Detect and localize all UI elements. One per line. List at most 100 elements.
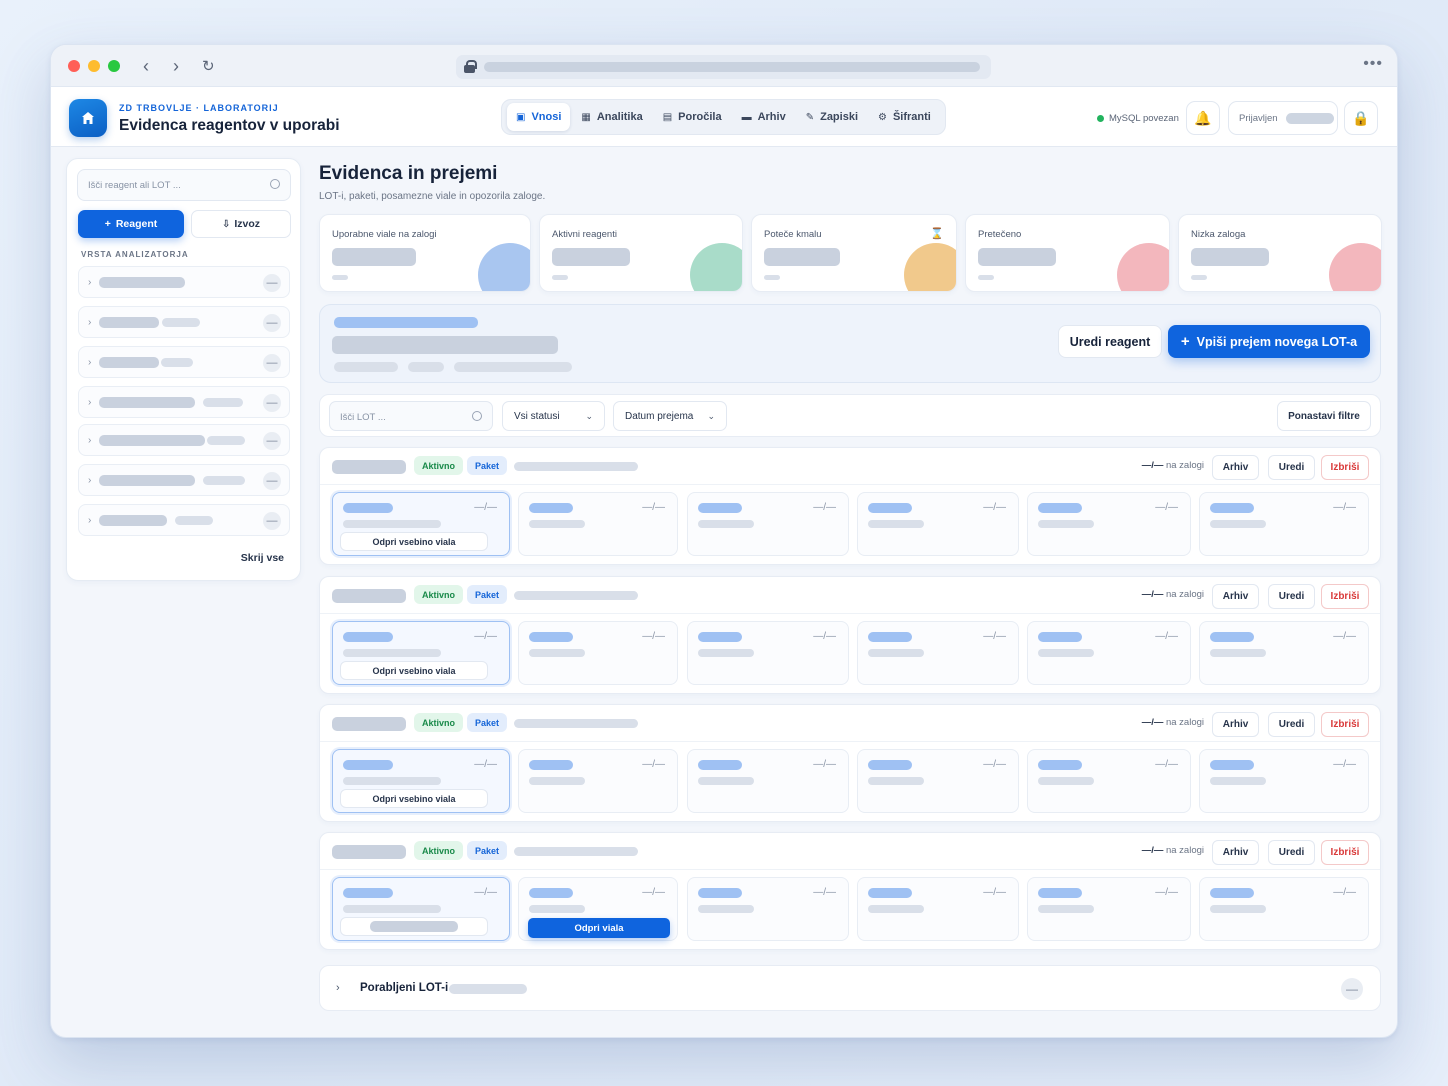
sort-select[interactable]: Datum prejema ⌄ xyxy=(613,401,727,431)
collapse-icon[interactable]: — xyxy=(263,354,281,372)
edit-lot-button[interactable]: Uredi xyxy=(1268,712,1315,737)
notifications-button[interactable]: 🔔 xyxy=(1186,101,1220,135)
kpi-sub-placeholder xyxy=(764,275,780,280)
vial-card[interactable]: —/— Odpri vsebino viala xyxy=(332,621,510,685)
open-vial-content-button[interactable]: Odpri vsebino viala xyxy=(340,789,488,808)
vial-card[interactable]: —/— Odpri vsebino viala xyxy=(332,749,510,813)
archive-button[interactable]: Arhiv xyxy=(1212,584,1259,609)
collapse-icon[interactable]: — xyxy=(263,394,281,412)
collapse-icon[interactable]: — xyxy=(263,472,281,490)
new-lot-button[interactable]: + Vpiši prejem novega LOT-a xyxy=(1168,325,1370,358)
lock-button[interactable]: 🔒 xyxy=(1344,101,1378,135)
vial-card[interactable]: —/— xyxy=(332,877,510,941)
collapse-icon[interactable]: — xyxy=(263,314,281,332)
vial-card[interactable]: —/— xyxy=(1027,749,1191,813)
tab-porocila[interactable]: ▤ Poročila xyxy=(654,103,731,131)
collapse-icon[interactable]: — xyxy=(263,274,281,292)
vial-card[interactable]: —/— xyxy=(518,749,678,813)
open-vial-content-button[interactable]: Odpri vsebino viala xyxy=(340,661,488,680)
vial-id-placeholder xyxy=(343,760,393,770)
vial-card[interactable]: —/— xyxy=(518,492,678,556)
archive-button[interactable]: Arhiv xyxy=(1212,840,1259,865)
vial-card[interactable]: —/— xyxy=(687,492,849,556)
stock-count: —/— na zalogi xyxy=(1142,845,1204,856)
edit-lot-button[interactable]: Uredi xyxy=(1268,584,1315,609)
divider xyxy=(320,741,1380,742)
sidebar-group[interactable]: › — xyxy=(78,346,290,378)
sidebar-group[interactable]: › — xyxy=(78,504,290,536)
close-window-button[interactable] xyxy=(68,60,80,72)
vial-card[interactable]: —/— xyxy=(518,621,678,685)
back-icon[interactable]: ‹ xyxy=(143,56,149,76)
tab-arhiv[interactable]: ▬ Arhiv xyxy=(733,103,795,131)
edit-lot-button[interactable]: Uredi xyxy=(1268,840,1315,865)
reagent-name-placeholder xyxy=(332,336,558,354)
vial-card[interactable]: —/— xyxy=(857,492,1019,556)
delete-lot-button[interactable]: Izbriši xyxy=(1321,584,1369,609)
edit-lot-button[interactable]: Uredi xyxy=(1268,455,1315,480)
sidebar-group[interactable]: › — xyxy=(78,306,290,338)
collapse-icon[interactable]: — xyxy=(1341,978,1363,1000)
sidebar-group[interactable]: › — xyxy=(78,424,290,456)
hide-all-link[interactable]: Skrij vse xyxy=(241,552,284,564)
open-vial-content-button[interactable]: Odpri vsebino viala xyxy=(340,532,488,551)
collapse-icon[interactable]: — xyxy=(263,512,281,530)
home-icon[interactable] xyxy=(69,99,107,137)
delete-lot-button[interactable]: Izbriši xyxy=(1321,712,1369,737)
chevron-right-icon: › xyxy=(88,356,92,368)
archive-button[interactable]: Arhiv xyxy=(1212,455,1259,480)
vial-card[interactable]: —/— xyxy=(857,621,1019,685)
vial-card[interactable]: —/— xyxy=(857,749,1019,813)
vial-card[interactable]: —/— Odpri vsebino viala xyxy=(332,492,510,556)
open-vial-content-button[interactable] xyxy=(340,917,488,936)
vial-card[interactable]: —/— xyxy=(1199,749,1369,813)
vial-card[interactable]: —/— xyxy=(1027,621,1191,685)
reload-icon[interactable]: ↻ xyxy=(202,57,215,77)
delete-lot-button[interactable]: Izbriši xyxy=(1321,840,1369,865)
vial-meta-placeholder xyxy=(1038,905,1094,913)
vial-card[interactable]: —/— xyxy=(1199,621,1369,685)
user-menu[interactable]: Prijavljen xyxy=(1228,101,1338,135)
kpi-value-placeholder xyxy=(332,248,416,266)
vial-card[interactable]: —/— xyxy=(687,877,849,941)
tab-sifranti[interactable]: ⚙ Šifranti xyxy=(869,103,940,131)
vial-card[interactable]: —/— xyxy=(1199,492,1369,556)
tab-vnosi[interactable]: ▣ Vnosi xyxy=(507,103,571,131)
tab-zapiski[interactable]: ✎ Zapiski xyxy=(797,103,867,131)
app-title: Evidenca reagentov v uporabi xyxy=(119,117,340,134)
vial-card[interactable]: —/— xyxy=(687,749,849,813)
chevron-right-icon: › xyxy=(88,396,92,408)
tab-analitika[interactable]: ▦ Analitika xyxy=(572,103,651,131)
pencil-icon: ✎ xyxy=(805,111,815,123)
edit-reagent-button[interactable]: Uredi reagent xyxy=(1058,325,1162,358)
lot-search-input[interactable]: Išči LOT ... xyxy=(329,401,493,431)
vial-card[interactable]: —/— xyxy=(687,621,849,685)
collapse-icon[interactable]: — xyxy=(263,432,281,450)
minimize-window-button[interactable] xyxy=(88,60,100,72)
export-button[interactable]: ⇩ Izvoz xyxy=(191,210,291,238)
open-vials-button[interactable]: Odpri viala xyxy=(528,918,670,938)
more-menu-icon[interactable]: ••• xyxy=(1363,55,1383,73)
vial-card[interactable]: —/— Odpri viala xyxy=(518,877,678,941)
vial-card[interactable]: —/— xyxy=(857,877,1019,941)
delete-lot-button[interactable]: Izbriši xyxy=(1321,455,1369,480)
sidebar-group[interactable]: › — xyxy=(78,464,290,496)
group-name-placeholder xyxy=(99,474,196,486)
status-select[interactable]: Vsi statusi ⌄ xyxy=(502,401,605,431)
sidebar-group[interactable]: › — xyxy=(78,386,290,418)
vial-meta-placeholder xyxy=(343,520,441,528)
reset-filters-button[interactable]: Ponastavi filtre xyxy=(1277,401,1371,431)
archive-button[interactable]: Arhiv xyxy=(1212,712,1259,737)
address-bar[interactable] xyxy=(456,55,991,79)
lot-card: Aktivno Paket —/— na zalogi Arhiv Uredi Izbri… xyxy=(319,704,1381,822)
sidebar-search-input[interactable]: Išči reagent ali LOT ... xyxy=(77,169,291,201)
consumed-lots-section[interactable]: › Porabljeni LOT-i — xyxy=(319,965,1381,1011)
add-reagent-button[interactable]: + Reagent xyxy=(78,210,184,238)
forward-icon[interactable]: › xyxy=(173,56,179,76)
stock-value: —/— xyxy=(1141,589,1164,600)
maximize-window-button[interactable] xyxy=(108,60,120,72)
vial-card[interactable]: —/— xyxy=(1027,492,1191,556)
vial-card[interactable]: —/— xyxy=(1027,877,1191,941)
sidebar-group[interactable]: › — xyxy=(78,266,290,298)
vial-card[interactable]: —/— xyxy=(1199,877,1369,941)
